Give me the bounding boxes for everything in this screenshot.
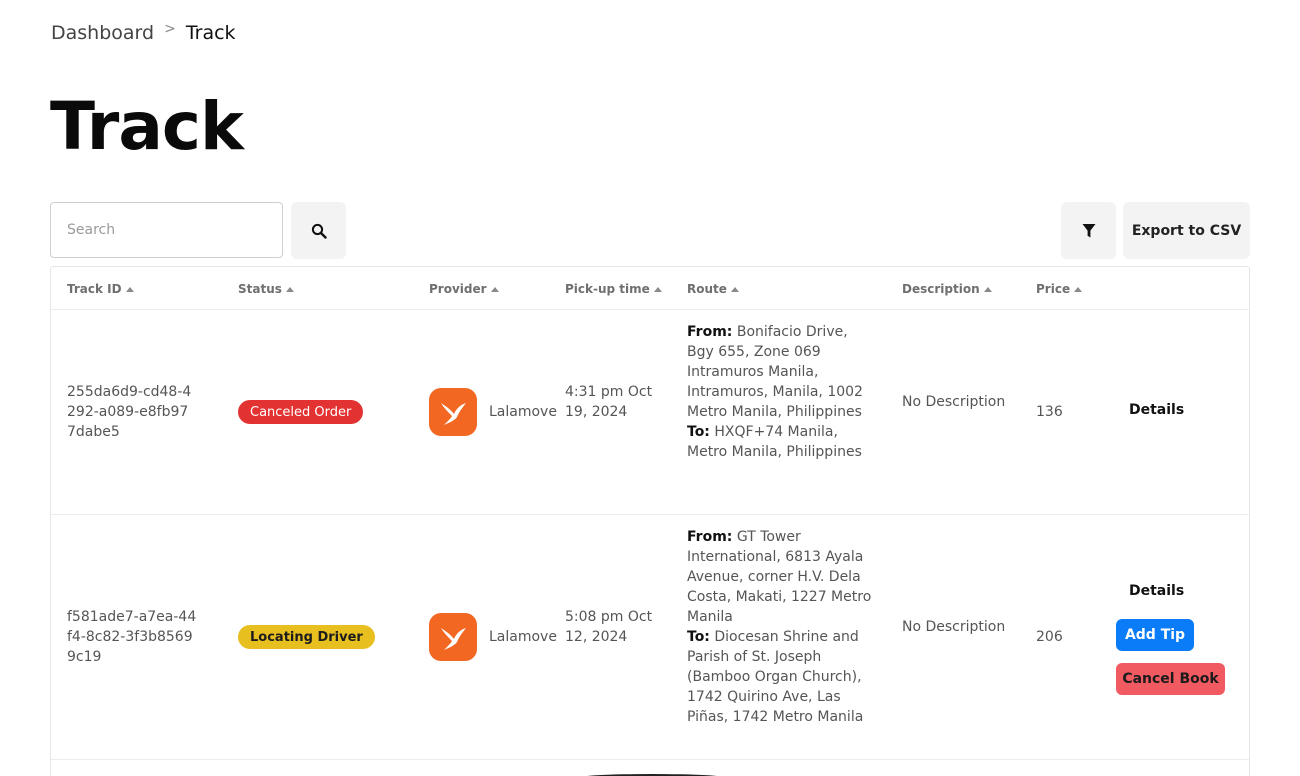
column-header-route[interactable]: Route xyxy=(687,282,739,296)
details-link[interactable]: Details xyxy=(1129,583,1184,599)
breadcrumb: Dashboard > Track xyxy=(51,20,236,46)
column-header-price[interactable]: Price xyxy=(1036,282,1083,296)
filter-button[interactable] xyxy=(1061,202,1116,259)
add-tip-button[interactable]: Add Tip xyxy=(1116,619,1194,651)
sort-up-icon xyxy=(730,286,739,292)
breadcrumb-current: Track xyxy=(185,22,236,44)
lalamove-logo-icon xyxy=(429,388,477,436)
column-header-description[interactable]: Description xyxy=(902,282,992,296)
status-badge: Canceled Order xyxy=(238,400,364,424)
sort-up-icon xyxy=(125,286,134,292)
search-button[interactable] xyxy=(291,202,346,259)
route-from-label: From: xyxy=(687,529,733,545)
column-header-pickup-time[interactable]: Pick-up time xyxy=(565,282,662,296)
column-header-provider[interactable]: Provider xyxy=(429,282,499,296)
column-header-label: Description xyxy=(902,282,980,296)
description: No Description xyxy=(902,619,1006,635)
status-badge: Locating Driver xyxy=(238,625,375,649)
lalamove-logo-icon xyxy=(429,613,477,661)
column-header-label: Price xyxy=(1036,282,1071,296)
price: 136 xyxy=(1036,404,1063,420)
column-header-label: Route xyxy=(687,282,727,296)
route-to: Diocesan Shrine and Parish of St. Joseph… xyxy=(687,629,864,725)
track-id: f581ade7-a7ea-44f4-8c82-3f3b85699c19 xyxy=(67,609,197,665)
breadcrumb-dashboard-link[interactable]: Dashboard xyxy=(51,22,154,44)
pickup-time: 5:08 pm Oct 12, 2024 xyxy=(565,609,653,645)
track-id: 255da6d9-cd48-4292-a089-e8fb977dabe5 xyxy=(67,384,192,440)
sort-up-icon xyxy=(983,286,992,292)
route-to-label: To: xyxy=(687,424,710,440)
hummingbird-icon xyxy=(441,403,466,425)
column-header-status[interactable]: Status xyxy=(238,282,294,296)
pickup-time: 4:31 pm Oct 19, 2024 xyxy=(565,384,653,420)
cancel-book-button[interactable]: Cancel Book xyxy=(1116,663,1225,695)
sort-up-icon xyxy=(653,286,662,292)
search-icon xyxy=(311,223,327,239)
route-to-label: To: xyxy=(687,629,710,645)
breadcrumb-separator: > xyxy=(164,21,176,37)
export-csv-button[interactable]: Export to CSV xyxy=(1123,202,1250,259)
provider-name: Lalamove xyxy=(489,404,557,420)
route: From: GT Tower International, 6813 Ayala… xyxy=(687,527,877,727)
details-link[interactable]: Details xyxy=(1129,402,1184,418)
column-header-label: Status xyxy=(238,282,282,296)
sort-up-icon xyxy=(490,286,499,292)
route-from-label: From: xyxy=(687,324,733,340)
description: No Description xyxy=(902,394,1006,410)
table-header: Track ID Status Provider Pick-up time Ro… xyxy=(51,267,1249,310)
filter-icon xyxy=(1082,223,1095,237)
route: From: Bonifacio Drive, Bgy 655, Zone 069… xyxy=(687,322,877,462)
column-header-label: Pick-up time xyxy=(565,282,650,296)
price: 206 xyxy=(1036,629,1063,645)
sort-up-icon xyxy=(1074,286,1083,292)
provider-name: Lalamove xyxy=(489,629,557,645)
column-header-label: Provider xyxy=(429,282,487,296)
page-title: Track xyxy=(50,88,244,165)
table-row: 255da6d9-cd48-4292-a089-e8fb977dabe5 Can… xyxy=(51,310,1249,515)
route-to: HXQF+74 Manila, Metro Manila, Philippine… xyxy=(687,424,862,460)
sort-up-icon xyxy=(285,286,294,292)
track-table: Track ID Status Provider Pick-up time Ro… xyxy=(50,266,1250,776)
column-header-track-id[interactable]: Track ID xyxy=(67,282,134,296)
search-input[interactable] xyxy=(50,202,283,258)
hummingbird-icon xyxy=(441,628,466,650)
column-header-label: Track ID xyxy=(67,282,122,296)
table-row: f581ade7-a7ea-44f4-8c82-3f3b85699c19 Loc… xyxy=(51,515,1249,760)
